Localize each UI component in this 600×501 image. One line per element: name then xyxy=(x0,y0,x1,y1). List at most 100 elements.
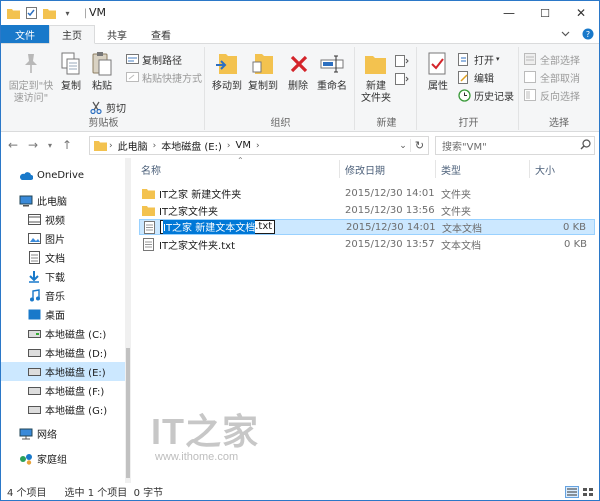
edit-label: 编辑 xyxy=(474,73,494,85)
column-header-name[interactable]: 名称 xyxy=(141,162,161,177)
nav-item-drive-f[interactable]: 本地磁盘 (F:) xyxy=(1,381,125,400)
nav-item-onedrive[interactable]: OneDrive xyxy=(1,166,125,185)
nav-item-music[interactable]: 音乐 xyxy=(1,286,125,305)
pin-icon xyxy=(17,49,45,79)
invert-selection-button[interactable]: 反向选择 xyxy=(523,87,580,103)
details-view-icon[interactable] xyxy=(565,485,579,498)
rename-field[interactable]: IT之家 新建文本文档 .txt xyxy=(160,219,356,235)
column-header-date[interactable]: 修改日期 xyxy=(345,162,385,177)
search-icon[interactable] xyxy=(576,138,594,153)
open-button[interactable]: 打开 ▾ xyxy=(457,51,500,67)
rename-input[interactable]: IT之家 新建文本文档 .txt xyxy=(160,219,276,235)
file-type: 文件夹 xyxy=(441,189,471,201)
nav-scrollbar[interactable] xyxy=(125,158,131,483)
nav-item-pictures[interactable]: 图片 xyxy=(1,229,125,248)
breadcrumb-drive-e[interactable]: 本地磁盘 (E:) xyxy=(161,138,222,153)
tab-file[interactable]: 文件 xyxy=(1,25,49,43)
music-note-icon xyxy=(27,289,41,303)
pin-quick-access-button[interactable]: 固定到"快 速访问" xyxy=(5,49,57,105)
table-row[interactable]: IT之家文件夹.txt 2015/12/30 13:57 文本文档 0 KB xyxy=(139,236,595,252)
breadcrumb-vm[interactable]: VM xyxy=(236,140,251,151)
clipboard-group-label: 剪贴板 xyxy=(88,118,119,129)
folder-icon xyxy=(7,7,20,20)
paste-shortcut-button[interactable]: 粘贴快捷方式 xyxy=(125,69,202,85)
nav-item-drive-d[interactable]: 本地磁盘 (D:) xyxy=(1,343,125,362)
breadcrumb-chevron-icon[interactable]: › xyxy=(109,141,113,151)
tab-view[interactable]: 查看 xyxy=(139,25,183,43)
new-folder-button[interactable]: 新建 文件夹 xyxy=(359,49,393,105)
copy-to-button[interactable]: 复制到 xyxy=(245,49,281,93)
copy-path-icon xyxy=(125,52,139,66)
paste-shortcut-label: 粘贴快捷方式 xyxy=(142,73,202,85)
table-row-selected[interactable]: IT之家 新建文本文档 .txt 2015/12/30 14:01 文本文档 0… xyxy=(139,219,595,235)
paste-button[interactable]: 粘贴 xyxy=(87,49,117,93)
chevron-down-icon[interactable] xyxy=(553,25,577,43)
table-row[interactable]: IT之家 新建文件夹 2015/12/30 14:01 文件夹 xyxy=(139,185,595,201)
select-none-button[interactable]: 全部取消 xyxy=(523,69,580,85)
tab-home[interactable]: 主页 xyxy=(49,25,95,44)
help-icon[interactable]: ? xyxy=(577,25,599,43)
nav-item-drive-c[interactable]: 本地磁盘 (C:) xyxy=(1,324,125,343)
history-icon xyxy=(457,88,471,102)
recent-locations-icon[interactable]: ▾ xyxy=(45,136,55,154)
properties-icon[interactable] xyxy=(25,7,38,20)
history-button[interactable]: 历史记录 xyxy=(457,87,514,103)
nav-scrollbar-thumb[interactable] xyxy=(126,348,130,478)
new-folder-icon[interactable] xyxy=(43,7,56,20)
nav-item-downloads[interactable]: 下载 xyxy=(1,267,125,286)
refresh-icon[interactable]: ↻ xyxy=(410,139,428,152)
nav-item-videos[interactable]: 视频 xyxy=(1,210,125,229)
back-arrow-icon[interactable]: ← xyxy=(5,136,21,154)
minimize-button[interactable]: — xyxy=(491,1,527,25)
column-divider[interactable] xyxy=(339,160,340,178)
table-row[interactable]: IT之家文件夹 2015/12/30 13:56 文件夹 xyxy=(139,202,595,218)
customize-qat-icon[interactable]: ▾ xyxy=(61,7,74,20)
view-toggle xyxy=(565,485,595,498)
column-header-type[interactable]: 类型 xyxy=(441,162,461,177)
large-icons-view-icon[interactable] xyxy=(581,486,595,498)
nav-item-desktop[interactable]: 桌面 xyxy=(1,305,125,324)
cut-button[interactable]: 剪切 xyxy=(89,99,126,115)
breadcrumb-chevron-icon[interactable]: › xyxy=(227,141,231,151)
nav-item-homegroup[interactable]: 家庭组 xyxy=(1,449,125,468)
tab-share[interactable]: 共享 xyxy=(95,25,139,43)
column-divider[interactable] xyxy=(529,160,530,178)
maximize-button[interactable]: ☐ xyxy=(527,1,563,25)
move-to-button[interactable]: 移动到 xyxy=(209,49,245,93)
nav-item-drive-g[interactable]: 本地磁盘 (G:) xyxy=(1,400,125,419)
nav-item-thispc[interactable]: 此电脑 xyxy=(1,191,125,210)
address-dropdown-icon[interactable]: ⌄ xyxy=(396,141,410,151)
breadcrumb-chevron-icon[interactable]: › xyxy=(153,141,157,151)
new-group: 新建 文件夹 新建 xyxy=(357,47,417,130)
easy-access-button[interactable] xyxy=(395,71,412,87)
desktop-icon xyxy=(27,308,41,322)
select-group: 全部选择 全部取消 反向选择 选择 xyxy=(521,47,597,130)
new-item-button[interactable] xyxy=(395,53,412,69)
properties-button[interactable]: 属性 xyxy=(423,49,453,93)
file-name: IT之家 新建文件夹 xyxy=(159,189,242,201)
copy-path-button[interactable]: 复制路径 xyxy=(125,51,182,67)
nav-item-drive-e[interactable]: 本地磁盘 (E:) xyxy=(1,362,125,381)
breadcrumb-thispc[interactable]: 此电脑 xyxy=(118,138,148,153)
up-arrow-icon[interactable]: ↑ xyxy=(59,136,75,154)
close-button[interactable]: ✕ xyxy=(563,1,599,25)
nav-label: 视频 xyxy=(45,216,65,227)
column-divider[interactable] xyxy=(435,160,436,178)
breadcrumb-chevron-icon[interactable]: › xyxy=(256,141,260,151)
window-title: VM xyxy=(89,6,107,19)
address-bar[interactable]: › 此电脑 › 本地磁盘 (E:) › VM › ⌄ ↻ xyxy=(89,136,429,155)
search-box[interactable]: 搜索"VM" xyxy=(435,136,595,155)
column-header-size[interactable]: 大小 xyxy=(535,162,555,177)
network-icon xyxy=(19,427,33,441)
nav-item-network[interactable]: 网络 xyxy=(1,424,125,443)
rename-button[interactable]: 重命名 xyxy=(313,49,351,93)
delete-button[interactable]: 删除 xyxy=(285,49,311,93)
search-input[interactable]: 搜索"VM" xyxy=(442,138,487,153)
nav-label: 下载 xyxy=(45,273,65,284)
copy-button[interactable]: 复制 xyxy=(57,49,85,93)
open-dropdown-icon: ▾ xyxy=(496,55,500,63)
edit-button[interactable]: 编辑 xyxy=(457,69,494,85)
nav-item-documents[interactable]: 文档 xyxy=(1,248,125,267)
select-all-button[interactable]: 全部选择 xyxy=(523,51,580,67)
forward-arrow-icon[interactable]: → xyxy=(25,136,41,154)
